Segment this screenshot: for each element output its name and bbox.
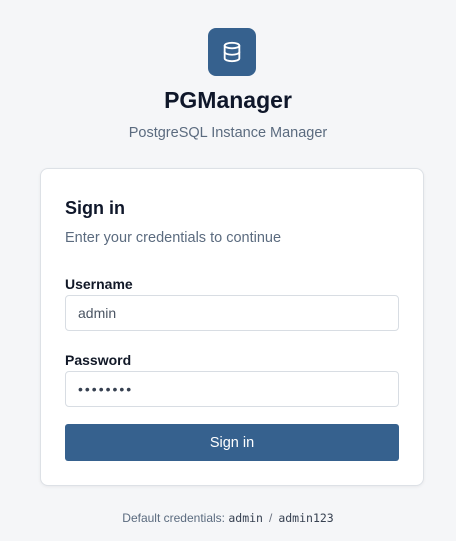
login-card: Sign in Enter your credentials to contin… — [40, 168, 424, 486]
app-title: PGManager — [164, 87, 292, 113]
login-title: Sign in — [65, 198, 125, 218]
password-input[interactable] — [65, 371, 399, 407]
credentials-separator: / — [268, 511, 273, 525]
hint-prefix: Default credentials: — [122, 511, 226, 525]
sign-in-button[interactable]: Sign in — [65, 424, 399, 461]
app-subtitle: PostgreSQL Instance Manager — [128, 125, 328, 141]
default-password: admin123 — [278, 511, 334, 525]
app-logo — [208, 28, 256, 76]
login-description: Enter your credentials to continue — [65, 230, 282, 246]
username-input[interactable] — [65, 295, 399, 331]
default-username: admin — [228, 511, 263, 525]
username-label: Username — [65, 276, 133, 292]
password-label: Password — [65, 352, 132, 368]
database-icon — [223, 41, 241, 63]
default-credentials-hint: Default credentials: admin / admin123 — [0, 510, 456, 526]
